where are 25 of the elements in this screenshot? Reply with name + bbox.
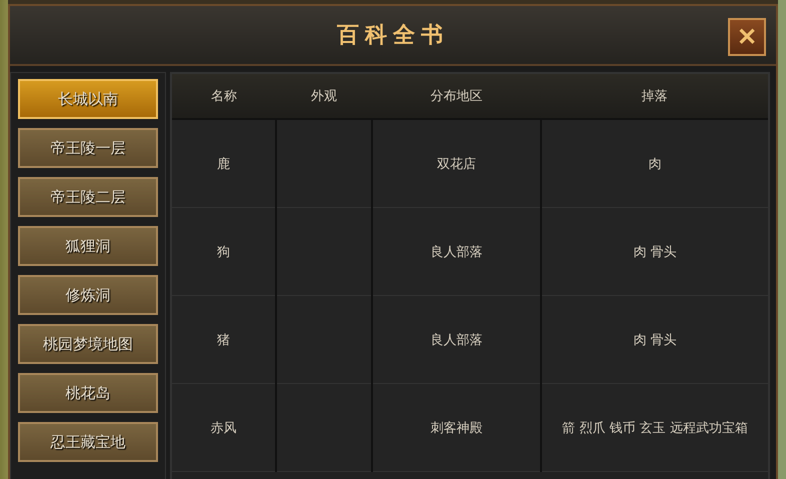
close-button[interactable]: ✕ xyxy=(728,18,766,56)
table-cell: 猪 xyxy=(217,332,230,348)
table-cell: 赤风 xyxy=(210,420,236,436)
table-cell: 良人部落 xyxy=(430,332,482,348)
table-cell: 狗 xyxy=(217,244,230,260)
column-header: 外观 xyxy=(311,89,337,104)
map-tab[interactable]: 忍王藏宝地 xyxy=(18,422,158,462)
window-title: 百科全书 xyxy=(337,21,449,50)
map-tab[interactable]: 狐狸洞 xyxy=(18,226,158,266)
map-tab[interactable]: 帝王陵一层 xyxy=(18,128,158,168)
table-cell: 鹿 xyxy=(217,156,230,172)
column-header: 掉落 xyxy=(642,89,668,104)
table-cell: 肉 骨头 xyxy=(633,244,677,260)
table-cell: 良人部落 xyxy=(430,244,482,260)
column-header: 名称 xyxy=(211,89,237,104)
table-cell: 双花店 xyxy=(437,156,476,172)
map-tab[interactable]: 桃花岛 xyxy=(18,373,158,413)
table-cell: 箭 烈爪 钱币 玄玉 远程武功宝箱 xyxy=(562,420,748,436)
table-cell: 肉 骨头 xyxy=(633,332,677,348)
map-tab[interactable]: 桃园梦境地图 xyxy=(18,324,158,364)
column-header: 分布地区 xyxy=(430,89,482,104)
map-tab[interactable]: 修炼洞 xyxy=(18,275,158,315)
table-cell: 刺客神殿 xyxy=(430,420,482,436)
table-cell: 肉 xyxy=(648,156,662,172)
map-tab[interactable]: 帝王陵二层 xyxy=(18,177,158,217)
